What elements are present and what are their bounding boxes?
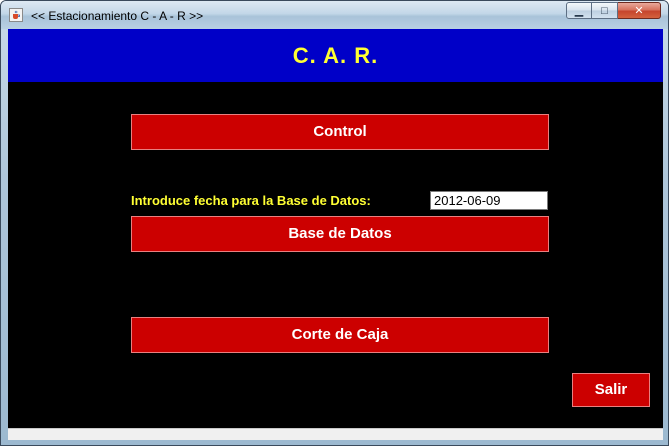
- maximize-icon: □: [601, 4, 608, 17]
- window-title: << Estacionamiento C - A - R >>: [31, 9, 204, 23]
- corte-de-caja-button[interactable]: Corte de Caja: [131, 317, 549, 353]
- fecha-label: Introduce fecha para la Base de Datos:: [131, 193, 371, 208]
- header-band: C. A. R.: [8, 29, 663, 82]
- control-button[interactable]: Control: [131, 114, 549, 150]
- header-title: C. A. R.: [292, 43, 379, 68]
- main-panel: C. A. R. Control Introduce fecha para la…: [8, 29, 663, 428]
- title-bar[interactable]: << Estacionamiento C - A - R >> ▁ □ ✕: [1, 1, 668, 29]
- close-button[interactable]: ✕: [618, 2, 661, 19]
- minimize-icon: ▁: [574, 5, 584, 17]
- fecha-input[interactable]: [430, 191, 548, 210]
- bottom-strip: [8, 428, 663, 440]
- window-controls: ▁ □ ✕: [566, 2, 661, 20]
- close-icon: ✕: [634, 5, 644, 17]
- java-cup-icon[interactable]: [9, 8, 23, 22]
- salir-button[interactable]: Salir: [572, 373, 650, 407]
- app-window: << Estacionamiento C - A - R >> ▁ □ ✕ C.…: [0, 0, 669, 446]
- maximize-button[interactable]: □: [592, 2, 618, 19]
- minimize-button[interactable]: ▁: [566, 2, 592, 19]
- base-de-datos-button[interactable]: Base de Datos: [131, 216, 549, 252]
